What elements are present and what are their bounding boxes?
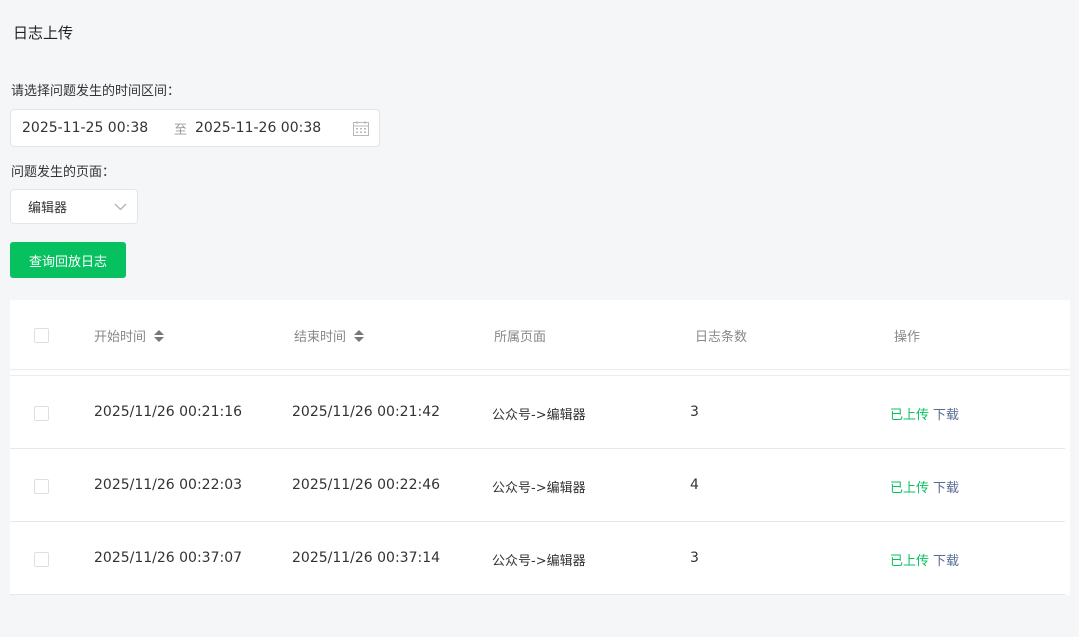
uploaded-status: 已上传 bbox=[890, 408, 930, 423]
row-end-time: 2025/11/26 00:21:42 bbox=[292, 404, 441, 420]
header-end-time[interactable]: 结束时间 bbox=[294, 326, 365, 345]
download-link[interactable]: 下载 bbox=[933, 554, 959, 569]
start-time-field[interactable]: 2025-11-25 00:38 bbox=[22, 120, 174, 136]
sort-icon[interactable] bbox=[354, 329, 365, 342]
row-log-count: 3 bbox=[690, 404, 699, 420]
log-table: 开始时间 结束时间 所属页面 日志条数 操作 2025/11/26 00:21:… bbox=[10, 300, 1070, 595]
page-select-label: 问题发生的页面： bbox=[11, 165, 116, 180]
uploaded-status: 已上传 bbox=[890, 554, 930, 569]
table-header: 开始时间 结束时间 所属页面 日志条数 操作 bbox=[10, 300, 1070, 370]
page-title: 日志上传 bbox=[13, 24, 74, 42]
header-page: 所属页面 bbox=[494, 330, 547, 345]
row-checkbox[interactable] bbox=[34, 479, 49, 494]
row-start-time: 2025/11/26 00:21:16 bbox=[94, 404, 243, 420]
row-page: 公众号->编辑器 bbox=[492, 554, 586, 569]
row-log-count: 3 bbox=[690, 550, 699, 566]
uploaded-status: 已上传 bbox=[890, 481, 930, 496]
time-range-label: 请选择问题发生的时间区间： bbox=[11, 84, 181, 99]
row-checkbox[interactable] bbox=[34, 552, 49, 567]
header-end-label: 结束时间 bbox=[294, 330, 347, 345]
page-select[interactable]: 编辑器 bbox=[10, 189, 138, 224]
row-start-time: 2025/11/26 00:37:07 bbox=[94, 550, 243, 566]
calendar-icon[interactable] bbox=[353, 121, 369, 136]
row-actions: 已上传 下载 bbox=[890, 550, 959, 569]
table-row: 2025/11/26 00:21:16 2025/11/26 00:21:42 … bbox=[10, 376, 1065, 449]
row-actions: 已上传 下载 bbox=[890, 477, 959, 496]
header-start-label: 开始时间 bbox=[94, 330, 147, 345]
header-log-count: 日志条数 bbox=[695, 330, 748, 345]
header-start-time[interactable]: 开始时间 bbox=[94, 326, 165, 345]
download-link[interactable]: 下载 bbox=[933, 481, 959, 496]
row-page: 公众号->编辑器 bbox=[492, 481, 586, 496]
table-row: 2025/11/26 00:37:07 2025/11/26 00:37:14 … bbox=[10, 522, 1065, 595]
row-start-time: 2025/11/26 00:22:03 bbox=[94, 477, 243, 493]
row-end-time: 2025/11/26 00:22:46 bbox=[292, 477, 441, 493]
header-action: 操作 bbox=[894, 330, 921, 345]
row-page: 公众号->编辑器 bbox=[492, 408, 586, 423]
query-log-button[interactable]: 查询回放日志 bbox=[10, 242, 126, 278]
row-log-count: 4 bbox=[690, 477, 699, 493]
range-separator: 至 bbox=[174, 122, 188, 138]
table-row: 2025/11/26 00:22:03 2025/11/26 00:22:46 … bbox=[10, 449, 1065, 522]
date-range-picker[interactable]: 2025-11-25 00:38 至 2025-11-26 00:38 bbox=[10, 109, 380, 147]
select-all-checkbox[interactable] bbox=[34, 328, 49, 343]
row-checkbox[interactable] bbox=[34, 406, 49, 421]
chevron-down-icon bbox=[114, 203, 127, 210]
end-time-field[interactable]: 2025-11-26 00:38 bbox=[195, 120, 345, 136]
sort-icon[interactable] bbox=[154, 329, 165, 342]
download-link[interactable]: 下载 bbox=[933, 408, 959, 423]
row-actions: 已上传 下载 bbox=[890, 404, 959, 423]
row-end-time: 2025/11/26 00:37:14 bbox=[292, 550, 441, 566]
page-select-value: 编辑器 bbox=[28, 201, 68, 216]
